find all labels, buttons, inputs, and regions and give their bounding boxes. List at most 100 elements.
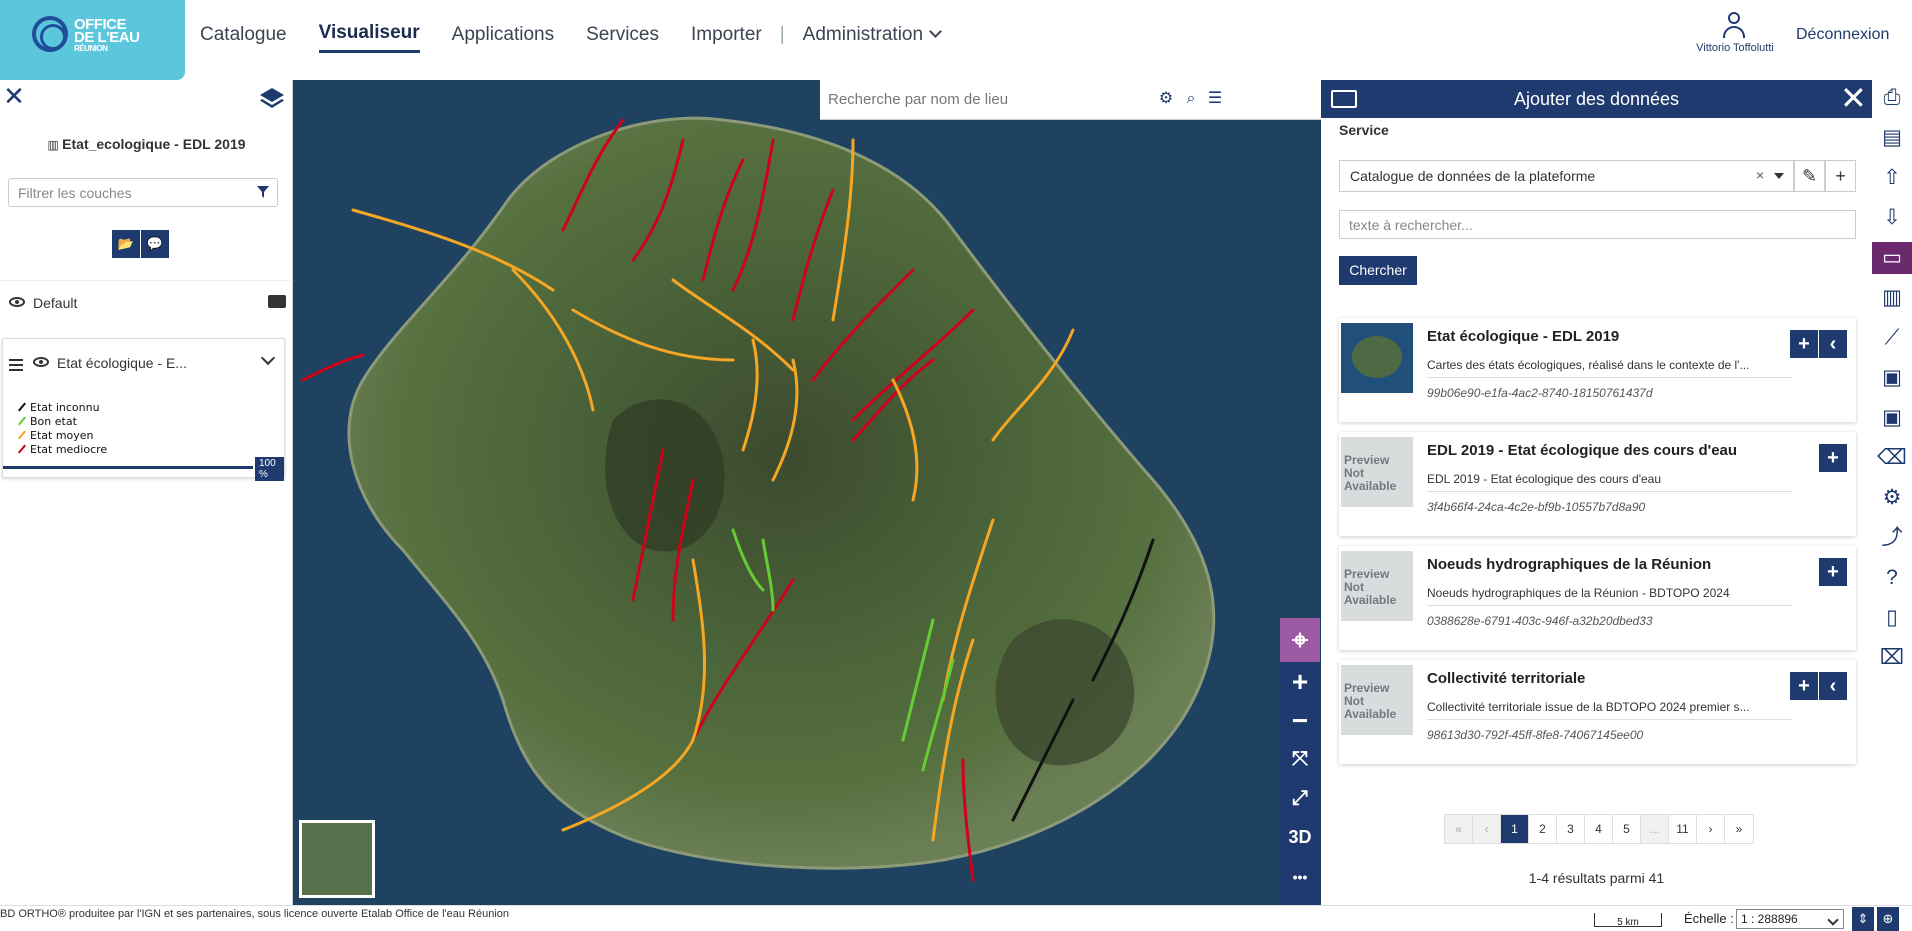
drag-handle-icon[interactable] (9, 359, 23, 374)
layer-panel: ✕ ▥ Etat_ecologique - EDL 2019 Filtrer l… (0, 80, 293, 905)
layer-group-default[interactable]: Default (0, 280, 293, 324)
map-footer: BD ORTHO® produitee par l'IGN et ses par… (0, 905, 1912, 931)
folder-icon[interactable] (268, 295, 286, 308)
search-button[interactable]: Chercher (1339, 256, 1417, 285)
map-icon: ▥ (47, 138, 63, 152)
projection-icon[interactable]: ⇕ (1852, 907, 1874, 931)
trash-icon[interactable]: ⌧ (1872, 642, 1912, 674)
close-icon[interactable]: ✕ (2, 83, 26, 109)
result-card[interactable]: Preview Not Available EDL 2019 - Etat éc… (1339, 432, 1856, 536)
add-layer-button[interactable]: + (1819, 558, 1847, 586)
satellite-map[interactable] (293, 80, 1321, 905)
add-layer-button[interactable]: + (1790, 672, 1818, 700)
page-11[interactable]: 11 (1669, 815, 1697, 843)
catalog-search-input[interactable]: texte à rechercher... (1339, 210, 1856, 239)
upload-icon[interactable]: ⇧ (1872, 162, 1912, 194)
pagination: « ‹ 1 2 3 4 5 ... 11 › » (1444, 814, 1754, 844)
annotation-button[interactable]: 💬 (141, 230, 169, 258)
3d-button[interactable]: 3D (1280, 818, 1320, 857)
help-icon[interactable]: ? (1872, 562, 1912, 594)
search-icon[interactable]: ⌕ (1182, 90, 1200, 108)
chevron-down-icon (929, 24, 942, 38)
fit-extent-icon[interactable]: ⤧ (1280, 740, 1320, 779)
result-card[interactable]: Preview Not Available Noeuds hydrographi… (1339, 546, 1856, 650)
top-header: OFFICE DE L'EAU RÉUNION Catalogue Visual… (0, 0, 1912, 80)
layers-icon[interactable] (258, 86, 286, 110)
layer-item[interactable]: Etat écologique - E... Etat inconnu Bon … (2, 338, 285, 481)
menu-icon[interactable]: ☰ (1206, 90, 1224, 108)
settings-icon[interactable]: ⚙ (1872, 482, 1912, 514)
scale-label: Échelle : (1684, 911, 1734, 926)
filter-icon[interactable] (257, 186, 269, 198)
download-icon[interactable]: ⇩ (1872, 202, 1912, 234)
layer-name: Etat écologique - E... (57, 355, 187, 371)
place-search-input[interactable]: Recherche par nom de lieu (828, 91, 1008, 108)
page-first[interactable]: « (1445, 815, 1473, 843)
book-icon[interactable]: ▯ (1872, 602, 1912, 634)
nav-visualiseur[interactable]: Visualiseur (318, 22, 420, 53)
share-icon[interactable]: ⤴ (1872, 522, 1912, 554)
result-title: Etat écologique - EDL 2019 (1427, 328, 1620, 345)
nav-separator: | (779, 23, 785, 45)
eye-icon[interactable] (33, 357, 49, 367)
document-icon[interactable]: ▤ (1872, 122, 1912, 154)
save-icon[interactable]: ▣ (1872, 362, 1912, 394)
collapse-icon[interactable]: ‹ (1819, 672, 1847, 700)
page-last[interactable]: » (1725, 815, 1753, 843)
nav-catalogue[interactable]: Catalogue (200, 24, 287, 52)
map-view[interactable]: Recherche par nom de lieu ⚙ ⌕ ☰ ⌖ + − ⤧ … (293, 80, 1321, 905)
zoom-out-icon[interactable]: − (1280, 701, 1320, 740)
result-card[interactable]: Preview Not Available Collectivité terri… (1339, 660, 1856, 764)
user-menu[interactable]: Vittorio Toffolutti (1688, 12, 1782, 54)
catalog-icon[interactable]: ▥ (1872, 282, 1912, 314)
add-layer-button[interactable]: + (1790, 330, 1818, 358)
globe-icon[interactable]: ⊕ (1877, 907, 1899, 931)
open-folder-icon[interactable]: ▭ (1872, 242, 1912, 274)
clear-icon[interactable]: × (1756, 167, 1764, 183)
nav-importer[interactable]: Importer (691, 24, 762, 52)
locate-icon[interactable]: ⌖ (1280, 618, 1320, 662)
opacity-slider[interactable] (3, 466, 253, 469)
delete-icon[interactable]: ⌫ (1872, 442, 1912, 474)
nav-applications[interactable]: Applications (452, 24, 554, 52)
more-icon[interactable]: ••• (1280, 857, 1320, 896)
zoom-in-icon[interactable]: + (1280, 662, 1320, 701)
print-icon[interactable]: ⎙ (1872, 82, 1912, 114)
attribution-link[interactable]: Office de l'eau Réunion (395, 908, 509, 920)
result-description: Cartes des états écologiques, réalisé da… (1427, 358, 1792, 378)
nav-services[interactable]: Services (586, 24, 659, 52)
fullscreen-icon[interactable]: ⤢ (1280, 779, 1320, 818)
chevron-down-icon[interactable] (260, 350, 276, 366)
group-label: Default (33, 295, 78, 311)
add-group-button[interactable]: 📂 (112, 230, 140, 258)
eye-icon[interactable] (9, 297, 25, 307)
gear-icon[interactable]: ⚙ (1157, 90, 1175, 108)
result-card[interactable]: Etat écologique - EDL 2019 Cartes des ét… (1339, 318, 1856, 422)
add-service-button[interactable]: + (1825, 160, 1856, 192)
edit-service-button[interactable]: ✎ (1794, 160, 1825, 192)
close-icon[interactable]: ✕ (1840, 82, 1867, 114)
nav-administration-label: Administration (802, 23, 924, 45)
page-4[interactable]: 4 (1585, 815, 1613, 843)
nav-administration[interactable]: Administration (802, 23, 942, 52)
service-select[interactable]: Catalogue de données de la plateforme × (1339, 160, 1794, 192)
logo-ring-icon (32, 16, 68, 52)
page-3[interactable]: 3 (1557, 815, 1585, 843)
page-2[interactable]: 2 (1529, 815, 1557, 843)
add-layer-button[interactable]: + (1819, 444, 1847, 472)
save-as-icon[interactable]: ▣ (1872, 402, 1912, 434)
scale-select[interactable]: 1 : 288896 (1736, 909, 1844, 929)
measure-icon[interactable]: ⟋ (1872, 322, 1912, 354)
page-1[interactable]: 1 (1501, 815, 1529, 843)
overview-map[interactable] (299, 820, 375, 898)
chevron-down-icon[interactable] (1774, 173, 1784, 179)
page-5[interactable]: 5 (1613, 815, 1641, 843)
logo[interactable]: OFFICE DE L'EAU RÉUNION (0, 0, 185, 80)
page-next[interactable]: › (1697, 815, 1725, 843)
layer-filter-input[interactable]: Filtrer les couches (8, 178, 278, 207)
place-search-bar[interactable]: Recherche par nom de lieu ⚙ ⌕ ☰ (820, 80, 1321, 120)
collapse-icon[interactable]: ‹ (1819, 330, 1847, 358)
logout-link[interactable]: Déconnexion (1796, 26, 1889, 44)
page-prev[interactable]: ‹ (1473, 815, 1501, 843)
result-thumbnail: Preview Not Available (1341, 551, 1413, 621)
